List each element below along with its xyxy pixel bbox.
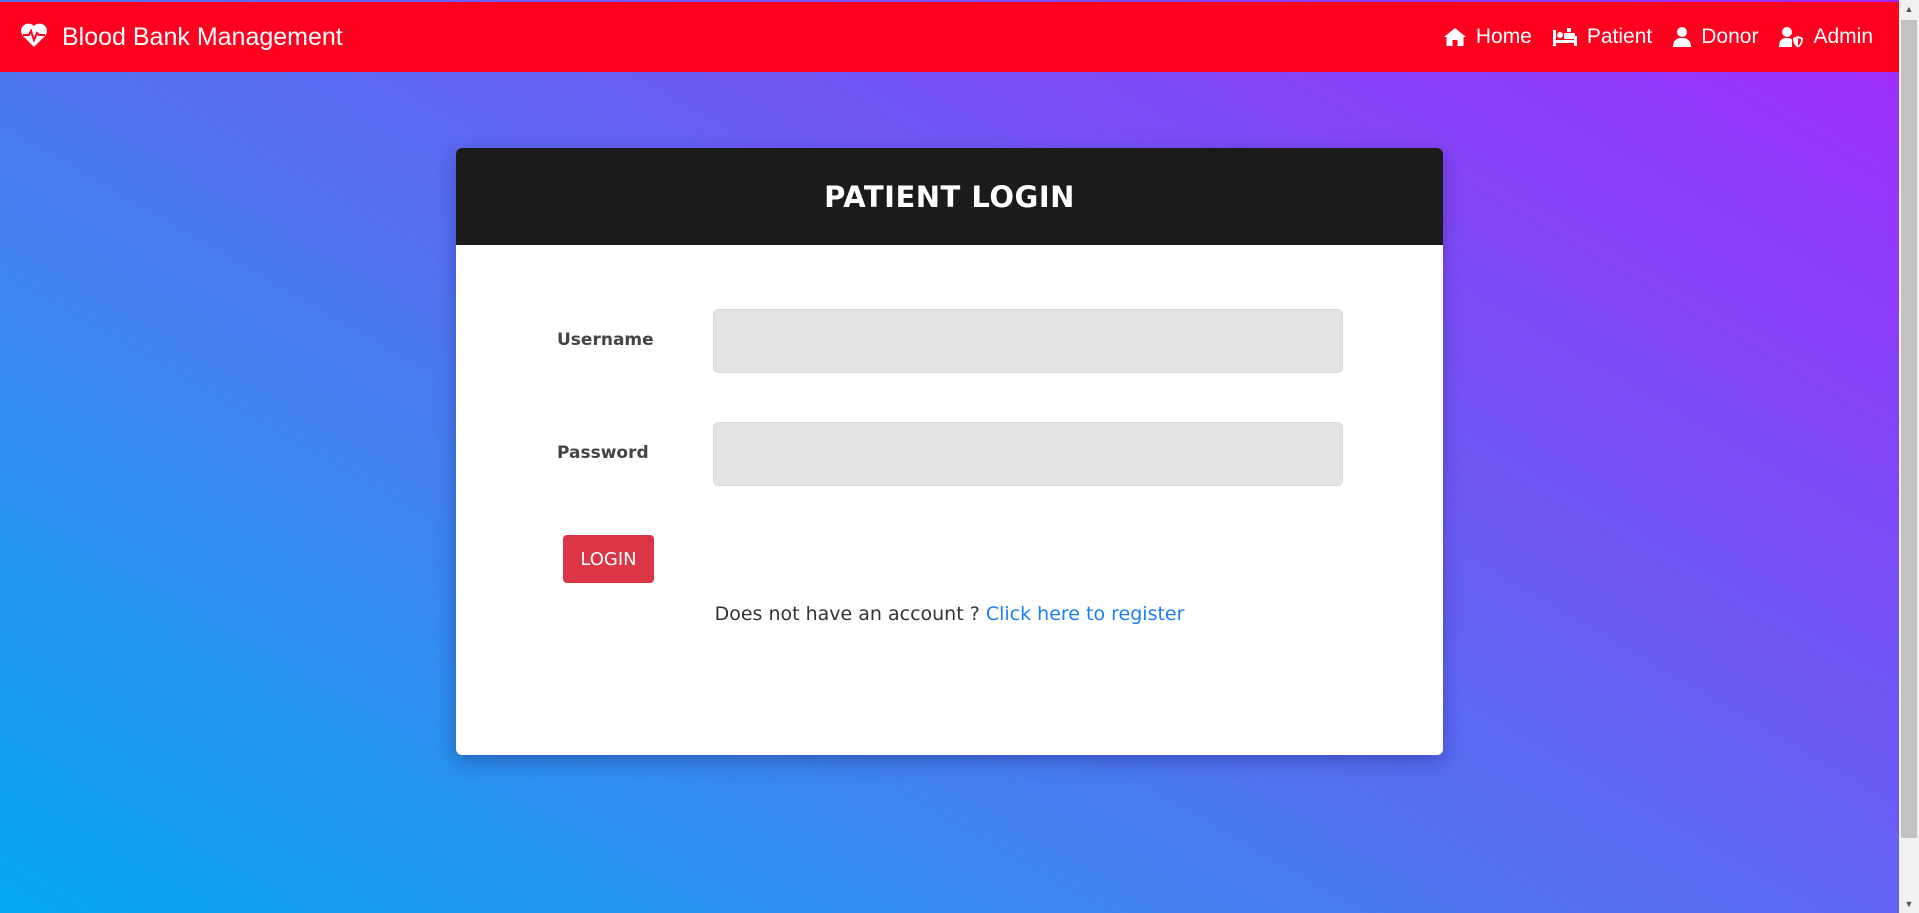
username-label: Username [557, 330, 654, 350]
user-icon [1672, 26, 1692, 48]
register-prompt-text: Does not have an account ? [714, 603, 980, 625]
login-card: PATIENT LOGIN Username Password LOGIN Do… [456, 148, 1443, 755]
top-navbar: Blood Bank Management Home Patient Donor… [0, 2, 1899, 72]
scrollbar-thumb[interactable] [1901, 20, 1917, 838]
nav-label-donor: Donor [1701, 25, 1759, 48]
register-link[interactable]: Click here to register [986, 603, 1185, 625]
nav-item-patient[interactable]: Patient [1552, 25, 1652, 49]
vertical-scrollbar[interactable]: ▲ ▼ [1899, 0, 1919, 913]
register-prompt: Does not have an account ? Click here to… [456, 603, 1443, 625]
nav-label-patient: Patient [1586, 25, 1653, 48]
login-button[interactable]: LOGIN [563, 535, 654, 583]
username-input[interactable] [713, 309, 1343, 373]
brand-title: Blood Bank Management [62, 22, 343, 51]
nav-item-donor[interactable]: Donor [1672, 25, 1758, 49]
nav-menu: Home Patient Donor Admin [1443, 25, 1873, 49]
password-input[interactable] [713, 422, 1343, 486]
password-label: Password [557, 443, 649, 463]
nav-label-home: Home [1475, 25, 1532, 48]
page-title: PATIENT LOGIN [824, 179, 1075, 214]
heartbeat-icon [20, 22, 48, 53]
nav-item-home[interactable]: Home [1443, 25, 1532, 49]
nav-item-admin[interactable]: Admin [1778, 25, 1873, 49]
login-card-header: PATIENT LOGIN [456, 148, 1443, 245]
brand[interactable]: Blood Bank Management [20, 22, 343, 53]
home-icon [1443, 27, 1467, 47]
nav-label-admin: Admin [1813, 25, 1873, 48]
page-background: Blood Bank Management Home Patient Donor… [0, 0, 1899, 913]
user-shield-icon [1778, 26, 1804, 48]
scroll-down-arrow-icon[interactable]: ▼ [1899, 895, 1919, 913]
scroll-up-arrow-icon[interactable]: ▲ [1899, 0, 1919, 18]
hospital-bed-icon [1552, 27, 1578, 47]
